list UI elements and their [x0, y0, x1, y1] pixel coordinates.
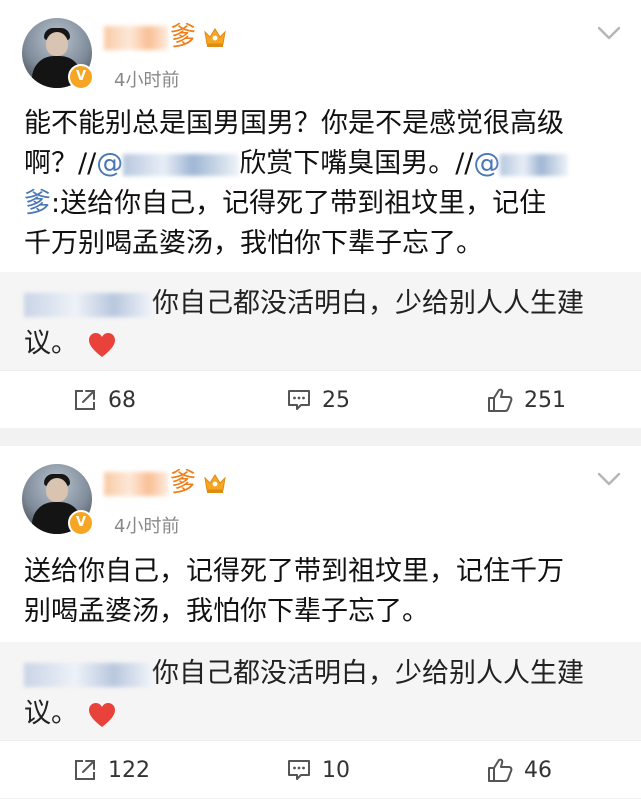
heart-icon — [88, 332, 115, 357]
comment-icon — [288, 390, 310, 410]
crown-icon — [204, 474, 226, 493]
crown-icon — [204, 28, 226, 47]
comment-body: 你自己都没活明白，少给别人人生建 — [152, 658, 584, 689]
comment-body: 你自己都没活明白，少给别人人生建 — [152, 288, 584, 319]
avatar-head — [46, 478, 68, 502]
username[interactable]: 爹 — [104, 22, 196, 52]
content-text: 啊？// — [24, 148, 97, 179]
heart-icon — [88, 702, 115, 727]
username[interactable]: 爹 — [104, 468, 196, 498]
post-header: V 爹 4小时前 — [0, 0, 641, 98]
verified-icon: V — [68, 510, 94, 536]
like-count: 251 — [524, 387, 566, 413]
post-header: V 爹 4小时前 — [0, 446, 641, 544]
chevron-down-icon[interactable] — [596, 470, 622, 488]
post-card: V 爹 4小时前 送给你自己，记得死了带到祖坟里，记住千万 别喝孟婆汤，我怕你下… — [0, 446, 641, 798]
hot-comment[interactable]: 你自己都没活明白，少给别人人生建 议。 — [0, 272, 641, 370]
timestamp: 4小时前 — [114, 70, 180, 91]
repost-button[interactable]: 68 — [72, 371, 136, 429]
mention-redacted — [500, 153, 569, 176]
comment-text: 你自己都没活明白，少给别人人生建 议。 — [24, 654, 619, 734]
comment-button[interactable]: 10 — [286, 741, 350, 799]
thumbs-up-icon — [488, 758, 513, 782]
mention-link[interactable]: @ — [96, 148, 240, 179]
comment-author[interactable] — [24, 658, 152, 689]
verified-icon: V — [68, 64, 94, 90]
content-line: 送给你自己，记得死了带到祖坟里，记住千万 — [24, 556, 564, 587]
comment-icon — [288, 760, 310, 780]
username-redacted — [104, 471, 168, 496]
mention-redacted — [123, 153, 240, 176]
username-suffix: 爹 — [170, 22, 197, 52]
repost-icon — [75, 760, 95, 780]
comment-author-redacted — [24, 662, 152, 687]
content-text: 欣赏下嘴臭国男。// — [239, 148, 474, 179]
avatar-head — [46, 32, 68, 56]
repost-count: 68 — [108, 387, 136, 413]
comment-body: 议。 — [24, 328, 78, 359]
chevron-down-icon[interactable] — [596, 24, 622, 42]
action-bar: 122 10 46 — [0, 740, 641, 799]
content-line: 别喝孟婆汤，我怕你下辈子忘了。 — [24, 596, 429, 627]
post-content: 送给你自己，记得死了带到祖坟里，记住千万 别喝孟婆汤，我怕你下辈子忘了。 — [24, 552, 624, 632]
username-suffix: 爹 — [170, 468, 197, 498]
comment-author-redacted — [24, 292, 152, 317]
content-line: 能不能别总是国男国男？你是不是感觉很高级 — [24, 108, 564, 139]
like-button[interactable]: 251 — [486, 371, 566, 429]
comment-count: 25 — [322, 387, 350, 413]
username-redacted — [104, 25, 168, 50]
repost-button[interactable]: 122 — [72, 741, 150, 799]
content-text: :送给你自己，记得死了带到祖坟里，记住 — [51, 188, 547, 219]
thumbs-up-icon — [488, 388, 513, 412]
comment-button[interactable]: 25 — [286, 371, 350, 429]
comment-text: 你自己都没活明白，少给别人人生建 议。 — [24, 284, 619, 364]
post-content: 能不能别总是国男国男？你是不是感觉很高级 啊？//@ 欣赏下嘴臭国男。//@ 爹:… — [24, 104, 624, 264]
like-count: 46 — [524, 757, 552, 783]
repost-icon — [75, 390, 95, 410]
comment-count: 10 — [322, 757, 350, 783]
timestamp: 4小时前 — [114, 516, 180, 537]
content-line: 千万别喝孟婆汤，我怕你下辈子忘了。 — [24, 228, 483, 259]
hot-comment[interactable]: 你自己都没活明白，少给别人人生建 议。 — [0, 642, 641, 740]
post-card: V 爹 4小时前 能不能别总是国男国男？你是不是感觉很高级 啊？//@ 欣赏下嘴臭… — [0, 0, 641, 428]
action-bar: 68 25 251 — [0, 370, 641, 429]
content-line: 啊？//@ 欣赏下嘴臭国男。//@ — [24, 144, 624, 184]
content-line: 爹:送给你自己，记得死了带到祖坟里，记住 — [24, 184, 624, 224]
comment-body: 议。 — [24, 698, 78, 729]
repost-count: 122 — [108, 757, 150, 783]
mention-link-end[interactable]: 爹 — [24, 188, 51, 219]
like-button[interactable]: 46 — [486, 741, 552, 799]
mention-link[interactable]: @ — [473, 148, 569, 179]
comment-author[interactable] — [24, 288, 152, 319]
